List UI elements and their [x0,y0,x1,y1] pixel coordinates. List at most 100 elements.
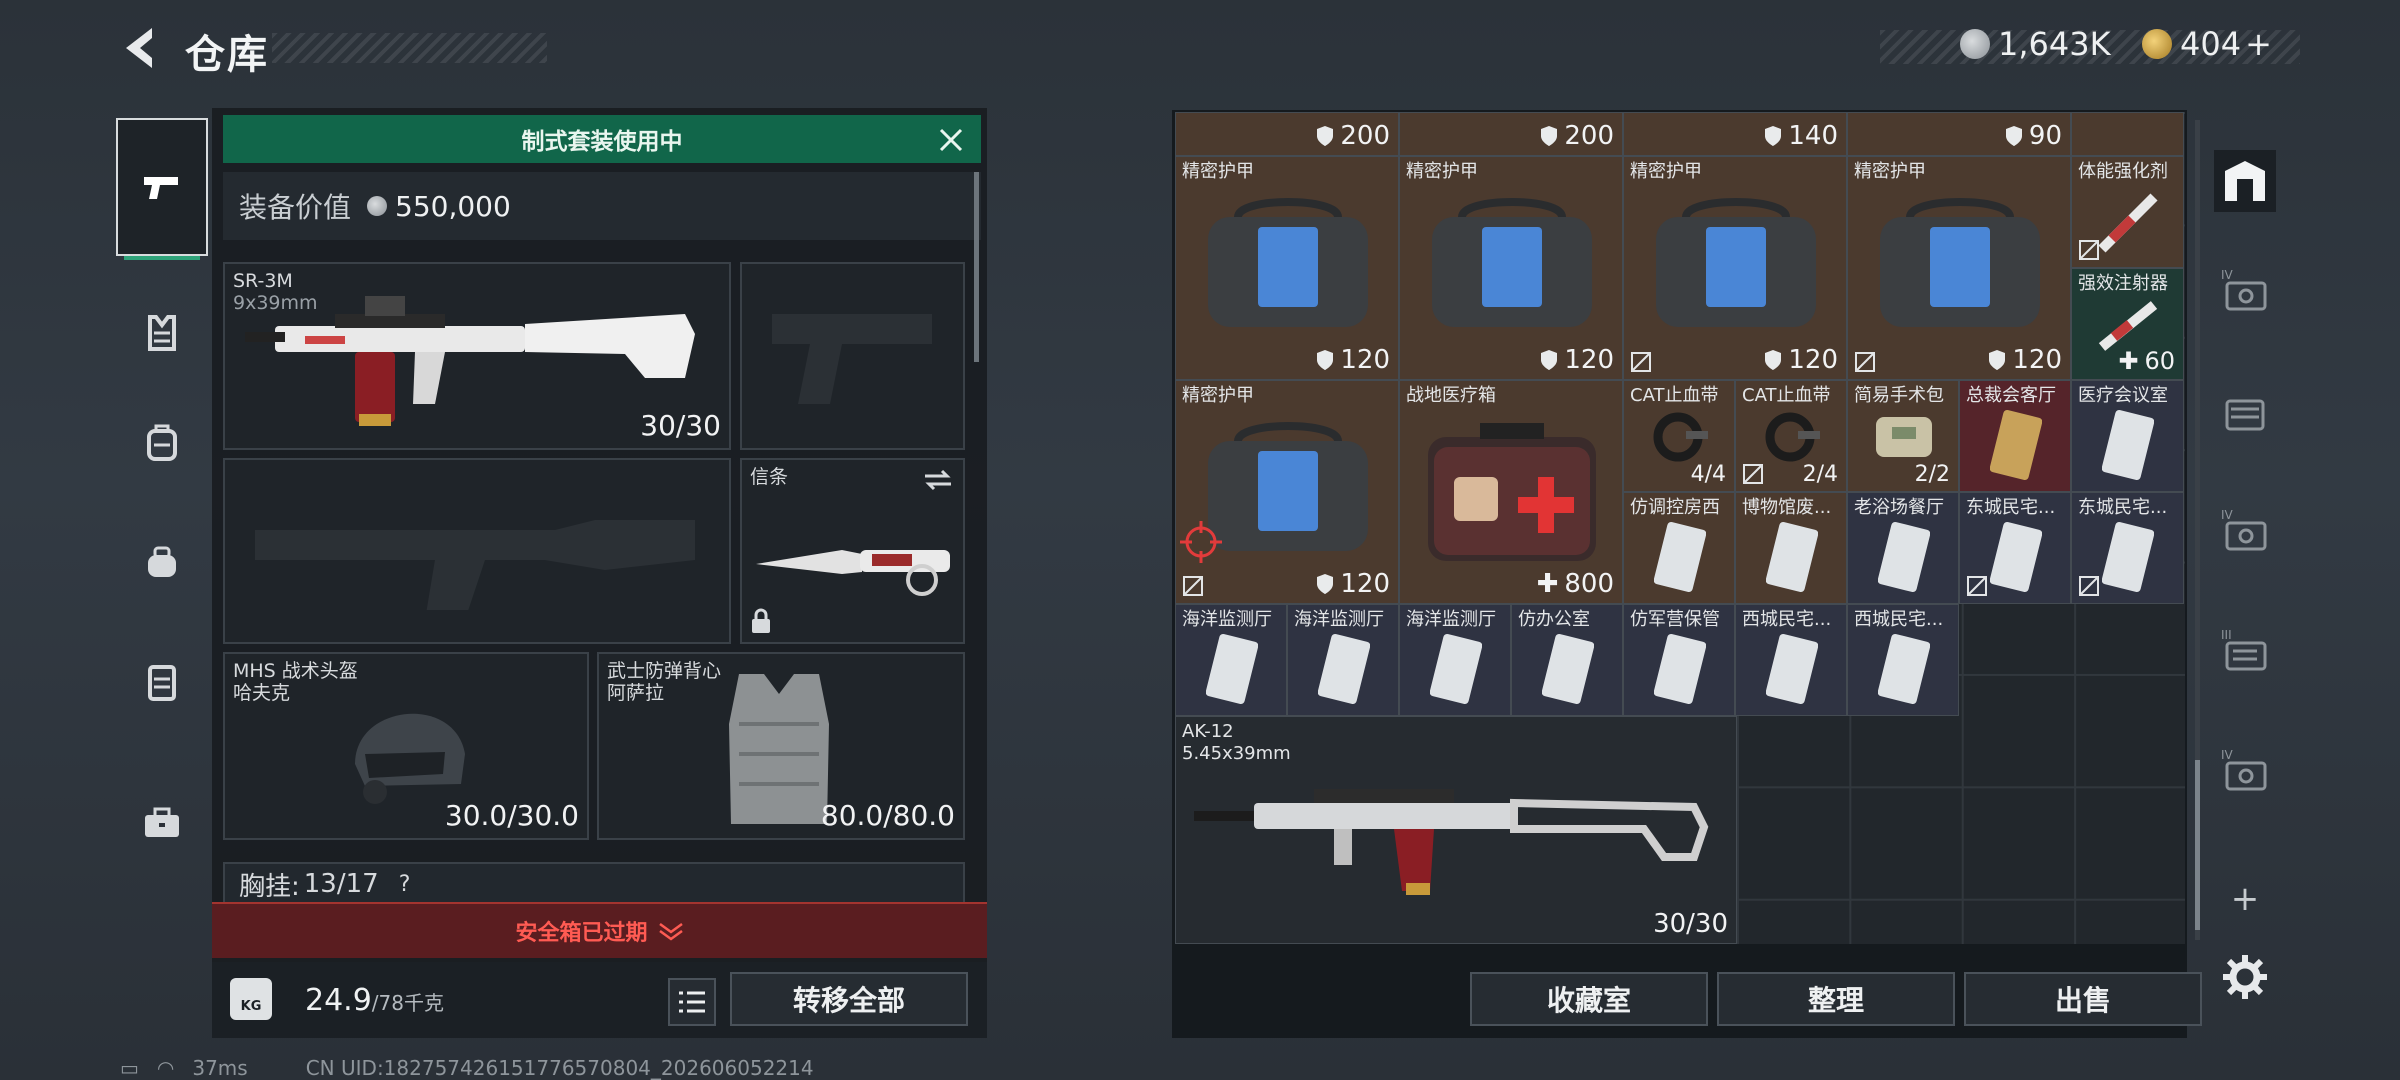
weapon-caliber: 5.45x39mm [1182,743,1291,764]
keycard-item[interactable]: 东城民宅... [1959,492,2071,604]
keycard-item[interactable]: 医疗会议室 [2071,380,2184,492]
tab-pouch[interactable] [116,518,208,608]
secure-container-expired-banner[interactable]: 安全箱已过期 [212,902,987,958]
tourniquet-item[interactable]: CAT止血带 4/4 [1623,380,1735,492]
keycard-item[interactable]: 海洋监测厅 [1175,604,1287,716]
armor-item[interactable]: 精密护甲 120 [1175,380,1399,604]
pistol-silhouette-icon [772,314,932,404]
armor-value: 120 [1340,569,1390,599]
max-weight: /78千克 [371,991,444,1015]
keycard-item[interactable]: 仿军营保管 [1623,604,1735,716]
gold-keycard-icon [1990,409,2042,481]
storage-item-top[interactable]: 140 [1623,112,1847,156]
keycard-item[interactable]: 海洋监测厅 [1287,604,1399,716]
pistol-slot[interactable] [740,262,965,450]
swap-icon[interactable] [923,468,953,492]
category-sidebar [116,108,208,1008]
keycard-item[interactable]: 西城民宅... [1847,604,1959,716]
user-uid: CN UID:182757426151776570804_20260605221… [305,1056,814,1080]
armor-slot[interactable]: 武士防弹背心 阿萨拉 80.0/80.0 [597,652,965,840]
item-name: 博物馆废... [1742,497,1832,518]
primary-weapon-slot[interactable]: SR-3M 9x39mm 30/30 [223,262,731,450]
armor-item[interactable]: 精密护甲 120 [1847,156,2071,380]
settings-button[interactable] [2214,946,2276,1008]
keycard-icon [1654,521,1706,593]
syringe-icon [2098,193,2158,253]
tab-warehouse[interactable] [2214,150,2276,212]
stim-item[interactable]: 体能强化剂 [2071,156,2184,268]
storage-item-top[interactable]: 200 [1399,112,1623,156]
back-arrow-icon[interactable] [118,24,158,72]
help-icon[interactable]: ? [399,872,411,897]
tourniquet-icon [1653,412,1708,462]
chest-rig-row[interactable]: 胸挂: 13/17 ? [223,862,965,906]
keycard-item[interactable]: 总裁会客厅 [1959,380,2071,492]
close-icon[interactable] [935,124,967,156]
item-name: 海洋监测厅 [1406,609,1496,630]
armor-item[interactable]: 精密护甲 120 [1175,156,1399,380]
keycard-item[interactable]: 仿调控房西 [1623,492,1735,604]
loadout-scrollbar[interactable] [974,172,979,362]
keycard-icon [1990,521,2042,593]
svg-text:III: III [2221,628,2232,642]
expansion-box-icon: III [2221,628,2267,671]
list-view-button[interactable] [668,978,716,1026]
surgery-kit-item[interactable]: 简易手术包 2/2 [1847,380,1959,492]
collection-room-button[interactable]: 收藏室 [1470,972,1708,1026]
injector-icon [2098,301,2158,351]
keycard-item[interactable]: 海洋监测厅 [1399,604,1511,716]
chest-rig-capacity: 13/17 [303,869,379,899]
tab-container[interactable] [116,638,208,728]
storage-scrollbar-thumb[interactable] [2195,760,2200,930]
armor-item[interactable]: 精密护甲 120 [1399,156,1623,380]
helmet-slot[interactable]: MHS 战术头盔 哈夫克 30.0/30.0 [223,652,589,840]
expansion-box-icon [2225,399,2265,431]
armor-item[interactable]: 精密护甲 120 [1623,156,1847,380]
keycard-item[interactable]: 西城民宅... [1735,604,1847,716]
keycard-item[interactable]: 老浴场餐厅 [1847,492,1959,604]
transfer-all-button[interactable]: 转移全部 [730,972,968,1026]
add-currency-button[interactable]: + [2245,25,2272,63]
storage-item-top[interactable]: 200 [1175,112,1399,156]
tourniquet-item[interactable]: CAT止血带 2/4 [1735,380,1847,492]
tab-storage-iv-1[interactable]: IV [2214,260,2276,322]
tab-chest-rig[interactable] [116,288,208,378]
item-name: 仿调控房西 [1630,497,1720,518]
coin-icon [367,196,388,216]
item-value: 800 [1564,569,1614,599]
storage-item-top[interactable] [2071,112,2184,156]
sell-button[interactable]: 出售 [1964,972,2202,1026]
tab-weapons[interactable] [116,118,208,260]
no-insure-icon [1743,464,1763,484]
currency-premium[interactable]: 404 + [2142,24,2272,64]
currency-coins[interactable]: 1,643K [1960,24,2111,64]
melee-slot[interactable]: 信条 [740,458,965,644]
stim-item[interactable]: 强效注射器 ✚ 60 [2071,268,2184,380]
status-bar: ▭ ◠ 37ms CN UID:182757426151776570804_20… [120,1056,814,1080]
medkit-item[interactable]: 战地医疗箱 ✚ 800 [1399,380,1623,604]
keycard-icon [1430,633,1482,705]
armor-bag-icon [1656,198,1816,327]
armor-durability: 80.0/80.0 [820,799,955,832]
rifle-silhouette-icon [255,520,695,610]
secondary-weapon-slot[interactable] [223,458,731,644]
ak12-item[interactable]: AK-12 5.45x39mm 30/30 [1175,716,1737,944]
keycard-item[interactable]: 东城民宅... [2071,492,2184,604]
first-aid-kit-icon [1428,423,1596,561]
keycard-item[interactable]: 仿办公室 [1511,604,1623,716]
storage-item-top[interactable]: 90 [1847,112,2071,156]
tab-storage-iii[interactable]: III [2214,620,2276,682]
tab-case[interactable] [116,778,208,868]
tab-storage-iv-3[interactable]: IV [2214,740,2276,802]
coin-amount: 1,643K [1998,25,2111,63]
keycard-item[interactable]: 博物馆废... [1735,492,1847,604]
svg-text:IV: IV [2221,748,2234,762]
add-storage-button[interactable]: + [2214,868,2276,930]
tab-storage-ii[interactable] [2214,380,2276,442]
item-name: 强效注射器 [2078,273,2168,294]
sort-button[interactable]: 整理 [1717,972,1955,1026]
tab-backpack[interactable] [116,398,208,488]
keycard-icon [1318,633,1370,705]
tab-storage-iv-2[interactable]: IV [2214,500,2276,562]
weapon-ammo-count: 30/30 [640,409,721,442]
